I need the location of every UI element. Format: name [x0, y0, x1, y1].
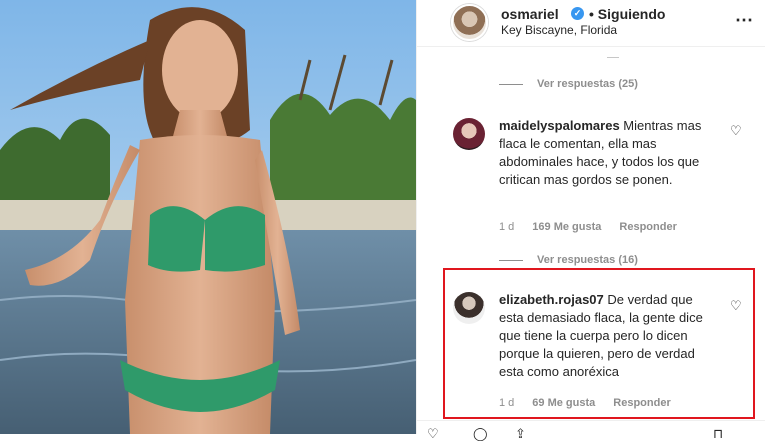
comment-text: elizabeth.rojas07 De verdad que esta dem… [499, 291, 719, 381]
comment-likes[interactable]: 69 Me gusta [532, 397, 595, 409]
comment-text: maidelyspalomares Mientras mas flaca le … [499, 117, 719, 189]
replies-line [499, 259, 523, 261]
comment-time: 1 d [499, 397, 515, 409]
replies-line [499, 83, 523, 85]
post-header: osmariel ✓ • Siguiendo Key Biscayne, Flo… [417, 0, 765, 47]
comment-username[interactable]: elizabeth.rojas07 [499, 292, 604, 307]
follow-status[interactable]: • Siguiendo [589, 6, 665, 22]
comment-likes[interactable]: 169 Me gusta [532, 221, 601, 233]
comment-meta: 1 d 69 Me gusta Responder [499, 397, 671, 409]
comment-meta: 1 d 169 Me gusta Responder [499, 221, 677, 233]
clipped-comment-edge [607, 48, 619, 58]
view-replies-button[interactable]: Ver respuestas (16) [499, 254, 638, 266]
comment-icon[interactable]: ◯ [473, 427, 488, 441]
post-action-bar: ♡ ◯ ⇪ ⊓ [417, 420, 765, 441]
post-location[interactable]: Key Biscayne, Florida [501, 23, 617, 37]
side-panel: osmariel ✓ • Siguiendo Key Biscayne, Flo… [416, 0, 765, 441]
post-username[interactable]: osmariel [501, 6, 559, 22]
view-replies-label: Ver respuestas (16) [537, 254, 638, 266]
comment-username[interactable]: maidelyspalomares [499, 118, 620, 133]
view-replies-button[interactable]: Ver respuestas (25) [499, 78, 638, 90]
beach-photo-illustration [0, 0, 416, 434]
comments-list: Ver respuestas (25) maidelyspalomares Mi… [417, 48, 765, 434]
post-photo[interactable] [0, 0, 416, 434]
verified-badge-icon: ✓ [571, 7, 584, 20]
comment-time: 1 d [499, 221, 515, 233]
reply-button[interactable]: Responder [619, 221, 676, 233]
like-icon[interactable]: ♡ [427, 427, 439, 441]
commenter-avatar[interactable] [453, 118, 485, 150]
view-replies-label: Ver respuestas (25) [537, 78, 638, 90]
share-icon[interactable]: ⇪ [515, 427, 526, 441]
more-options-icon[interactable]: ⋯ [735, 10, 754, 31]
reply-button[interactable]: Responder [613, 397, 670, 409]
instagram-post-view: osmariel ✓ • Siguiendo Key Biscayne, Flo… [0, 0, 765, 441]
like-comment-heart-icon[interactable]: ♡ [730, 123, 742, 139]
like-comment-heart-icon[interactable]: ♡ [730, 298, 742, 314]
profile-avatar[interactable] [451, 4, 488, 41]
commenter-avatar[interactable] [453, 292, 485, 324]
save-icon[interactable]: ⊓ [713, 427, 723, 441]
